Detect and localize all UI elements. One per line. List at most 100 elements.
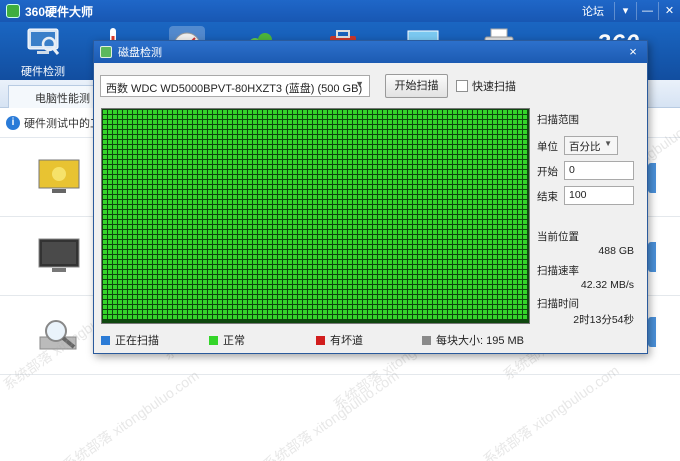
sector-block xyxy=(423,130,427,134)
sector-block xyxy=(243,220,247,224)
sector-block xyxy=(408,120,412,124)
sector-block xyxy=(418,125,422,129)
sector-block xyxy=(253,260,257,264)
sector-block xyxy=(403,240,407,244)
sector-block xyxy=(483,110,487,114)
sector-block xyxy=(278,125,282,129)
sector-block xyxy=(218,110,222,114)
sector-block xyxy=(398,180,402,184)
sector-block xyxy=(498,145,502,149)
sector-block xyxy=(353,170,357,174)
sector-block xyxy=(433,220,437,224)
sector-block xyxy=(103,220,107,224)
sector-block xyxy=(143,190,147,194)
sector-block xyxy=(133,240,137,244)
sector-block xyxy=(393,210,397,214)
sector-block xyxy=(283,255,287,259)
sector-block xyxy=(223,310,227,314)
sector-block xyxy=(368,200,372,204)
sector-block xyxy=(218,265,222,269)
sector-block xyxy=(473,170,477,174)
sector-block xyxy=(433,315,437,319)
checkbox-icon[interactable] xyxy=(456,80,468,92)
sector-block xyxy=(308,290,312,294)
sector-block xyxy=(213,210,217,214)
sector-block xyxy=(303,170,307,174)
quick-scan-checkbox[interactable]: 快速扫描 xyxy=(456,78,516,94)
sector-block xyxy=(108,160,112,164)
sector-block xyxy=(508,300,512,304)
sector-block xyxy=(243,225,247,229)
toolbar-hardware-check[interactable]: 硬件检测 xyxy=(12,24,74,78)
sector-block xyxy=(513,165,517,169)
end-input[interactable]: 100 xyxy=(564,186,634,205)
sector-block xyxy=(398,120,402,124)
sector-block xyxy=(308,185,312,189)
sector-block xyxy=(133,210,137,214)
sector-block xyxy=(193,115,197,119)
sector-block xyxy=(153,160,157,164)
sector-block xyxy=(383,310,387,314)
sector-block xyxy=(213,150,217,154)
start-scan-button[interactable]: 开始扫描 xyxy=(385,74,448,98)
sector-block xyxy=(338,170,342,174)
sector-block xyxy=(418,305,422,309)
forum-link[interactable]: 论坛 xyxy=(572,3,614,19)
sector-block xyxy=(308,140,312,144)
dialog-close-button[interactable]: × xyxy=(625,44,641,60)
sector-block xyxy=(158,255,162,259)
sector-block xyxy=(163,305,167,309)
sector-block xyxy=(453,270,457,274)
sector-block xyxy=(103,315,107,319)
sector-block xyxy=(153,200,157,204)
sector-block xyxy=(228,240,232,244)
sector-block xyxy=(338,210,342,214)
sector-block xyxy=(438,300,442,304)
sector-block xyxy=(438,270,442,274)
row-1-action-stub[interactable] xyxy=(648,163,656,193)
sector-block xyxy=(483,230,487,234)
sector-block xyxy=(388,125,392,129)
sector-block xyxy=(368,265,372,269)
sector-block xyxy=(208,120,212,124)
sector-block xyxy=(273,200,277,204)
sector-block xyxy=(383,305,387,309)
menu-button[interactable]: ▾ xyxy=(614,2,636,20)
sector-block xyxy=(128,115,132,119)
start-input[interactable]: 0 xyxy=(564,161,634,180)
sector-block xyxy=(298,215,302,219)
sector-block xyxy=(523,150,527,154)
sector-block xyxy=(333,200,337,204)
sector-block xyxy=(423,175,427,179)
sector-block xyxy=(388,220,392,224)
tab-performance-test[interactable]: 电脑性能测试 xyxy=(8,85,98,121)
sector-block xyxy=(453,210,457,214)
sector-block xyxy=(473,190,477,194)
sector-block xyxy=(283,190,287,194)
row-2-action-stub[interactable] xyxy=(648,242,656,272)
sector-block xyxy=(158,115,162,119)
sector-block xyxy=(373,180,377,184)
sector-block xyxy=(243,115,247,119)
unit-select[interactable]: 百分比 ▼ xyxy=(564,136,618,155)
sector-block xyxy=(113,180,117,184)
sector-block xyxy=(323,305,327,309)
sector-block xyxy=(333,125,337,129)
minimize-button[interactable]: — xyxy=(636,2,658,20)
sector-block xyxy=(438,150,442,154)
sector-block xyxy=(423,140,427,144)
sector-block xyxy=(193,140,197,144)
sector-block xyxy=(158,310,162,314)
sector-block xyxy=(298,200,302,204)
sector-block xyxy=(448,240,452,244)
app-close-button[interactable]: ✕ xyxy=(658,2,680,20)
sector-block xyxy=(493,235,497,239)
sector-block xyxy=(408,265,412,269)
disk-select[interactable]: 西数 WDC WD5000BPVT-80HXZT3 (蓝盘) (500 GB) … xyxy=(100,75,370,97)
row-3-action-stub[interactable] xyxy=(648,317,656,347)
sector-block xyxy=(403,205,407,209)
sector-block xyxy=(248,205,252,209)
sector-block xyxy=(518,190,522,194)
sector-block xyxy=(468,180,472,184)
sector-block xyxy=(353,185,357,189)
